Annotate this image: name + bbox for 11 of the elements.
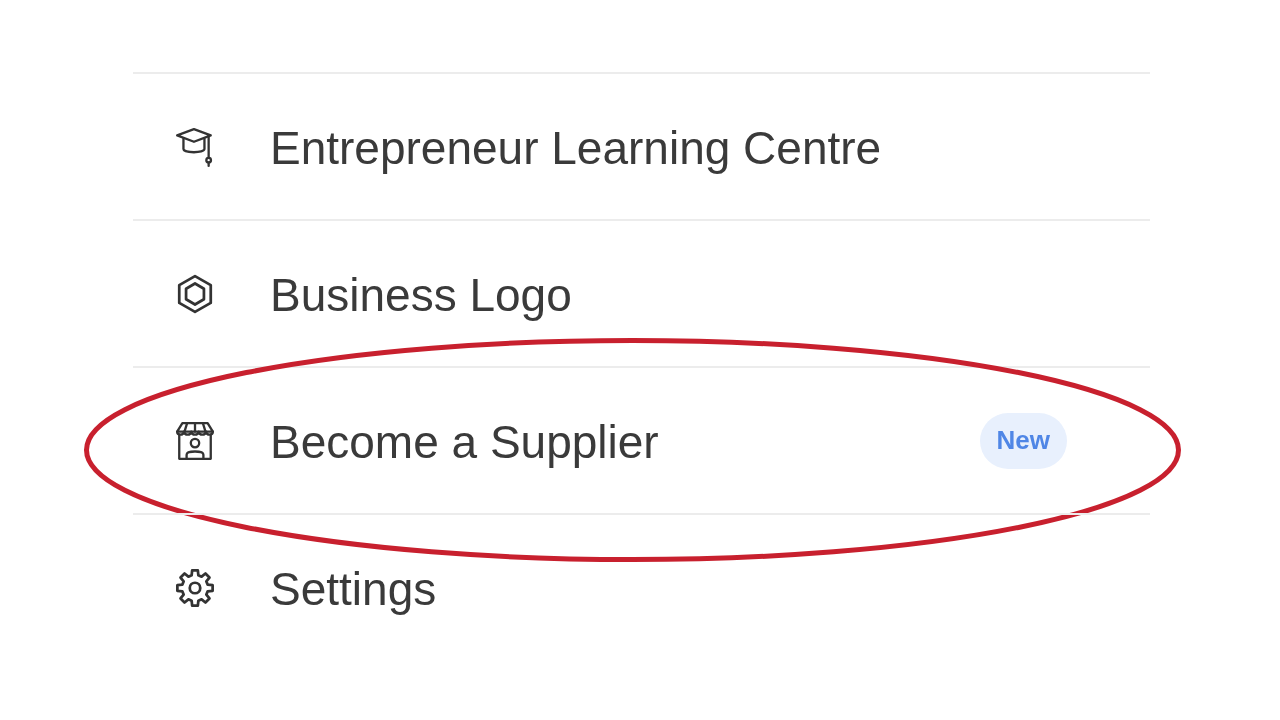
menu-item-label: Business Logo (270, 267, 572, 323)
settings-icon (174, 566, 216, 609)
menu-item-label: Become a Supplier (270, 414, 659, 470)
menu-item-label: Entrepreneur Learning Centre (270, 120, 882, 176)
storefront-icon (174, 419, 216, 462)
menu-item-label: Settings (270, 561, 437, 617)
menu-item[interactable]: Entrepreneur Learning Centre (133, 72, 1150, 219)
menu-item[interactable]: Business Logo (133, 219, 1150, 366)
new-badge: New (979, 412, 1067, 469)
menu-item[interactable]: Settings (133, 513, 1150, 660)
menu-item[interactable]: Become a Supplier New (133, 366, 1150, 513)
